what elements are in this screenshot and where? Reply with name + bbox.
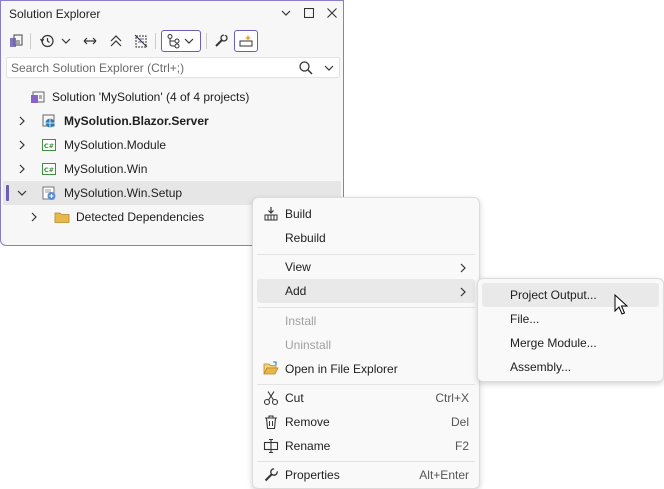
- project-label: MySolution.Module: [64, 138, 167, 152]
- window-title: Solution Explorer: [9, 7, 101, 21]
- toolbar: [1, 27, 343, 55]
- svg-text:C#: C#: [44, 166, 54, 174]
- menu-item-label: Remove: [285, 415, 330, 429]
- menu-separator: [257, 307, 475, 308]
- menu-item-uninstall: Uninstall: [257, 333, 475, 357]
- menu-item-view[interactable]: View: [257, 255, 475, 279]
- chevron-right-icon[interactable]: [16, 115, 28, 127]
- wrench-icon: [263, 467, 279, 483]
- scissors-icon: [263, 390, 279, 406]
- csharp-project-icon: C#: [41, 161, 57, 177]
- menu-item-shortcut: Alt+Enter: [419, 468, 469, 482]
- submenu-item-assembly[interactable]: Assembly...: [482, 355, 659, 379]
- search-box[interactable]: [6, 57, 340, 78]
- mouse-pointer-icon: [614, 293, 629, 316]
- csharp-project-icon: C#: [41, 137, 57, 153]
- menu-item-label: Rename: [285, 439, 331, 453]
- menu-separator: [257, 461, 475, 462]
- menu-item-remove[interactable]: Remove Del: [257, 410, 475, 434]
- chevron-right-icon[interactable]: [16, 139, 28, 151]
- search-icon[interactable]: [298, 60, 314, 79]
- solution-icon: [30, 89, 46, 105]
- menu-item-label: Uninstall: [285, 338, 332, 352]
- menu-item-cut[interactable]: Cut Ctrl+X: [257, 386, 475, 410]
- add-submenu: Project Output... File... Merge Module..…: [477, 278, 664, 382]
- rename-icon: [263, 438, 279, 454]
- folder-icon: [54, 209, 70, 225]
- menu-separator: [257, 384, 475, 385]
- trash-icon: [263, 414, 279, 430]
- chevron-down-icon[interactable]: [59, 30, 73, 52]
- view-filter-icon: [166, 33, 184, 49]
- menu-item-build[interactable]: Build: [257, 202, 475, 226]
- title-bar: Solution Explorer: [1, 1, 343, 27]
- submenu-item-merge-module[interactable]: Merge Module...: [482, 331, 659, 355]
- menu-item-label: Cut: [285, 391, 304, 405]
- menu-item-label: Install: [285, 314, 317, 328]
- collapse-all-icon[interactable]: [107, 30, 125, 52]
- sync-with-document-icon[interactable]: [81, 30, 99, 52]
- menu-item-open-in-file-explorer[interactable]: Open in File Explorer: [257, 357, 475, 381]
- menu-item-label: Open in File Explorer: [285, 362, 398, 376]
- menu-item-add[interactable]: Add: [257, 279, 475, 303]
- search-input[interactable]: [11, 60, 291, 75]
- menu-item-label: Add: [285, 284, 307, 298]
- submenu-item-label: Assembly...: [510, 360, 572, 374]
- submenu-item-file[interactable]: File...: [482, 307, 659, 331]
- chevron-down-icon[interactable]: [277, 5, 295, 23]
- toolbar-separator: [30, 33, 31, 49]
- svg-text:C#: C#: [44, 142, 54, 150]
- menu-item-label: Build: [285, 207, 312, 221]
- chevron-down-icon[interactable]: [16, 187, 28, 199]
- solution-label: Solution 'MySolution' (4 of 4 projects): [52, 90, 250, 104]
- toolbar-separator: [206, 33, 207, 49]
- toolbar-separator: [155, 33, 156, 49]
- project-label: MySolution.Win.Setup: [64, 186, 183, 200]
- menu-item-shortcut: F2: [454, 439, 469, 453]
- project-label: MySolution.Blazor.Server: [64, 114, 209, 128]
- show-all-files-icon[interactable]: [132, 30, 150, 52]
- submenu-item-label: File...: [510, 312, 540, 326]
- menu-item-rebuild[interactable]: Rebuild: [257, 226, 475, 250]
- menu-item-label: View: [285, 260, 311, 274]
- view-filter-button[interactable]: [161, 30, 201, 52]
- tree-row-project[interactable]: C# MySolution.Win: [3, 157, 341, 181]
- setup-project-icon: [41, 185, 57, 201]
- submenu-item-project-output[interactable]: Project Output...: [482, 283, 659, 307]
- tree-row-project[interactable]: MySolution.Blazor.Server: [3, 109, 341, 133]
- open-folder-icon: [263, 361, 279, 377]
- properties-wrench-icon[interactable]: [212, 30, 230, 52]
- tree-row-solution[interactable]: Solution 'MySolution' (4 of 4 projects): [3, 85, 341, 109]
- selection-indicator: [6, 185, 9, 201]
- menu-item-install: Install: [257, 309, 475, 333]
- preview-selected-icon[interactable]: [234, 30, 258, 52]
- maximize-icon[interactable]: [300, 5, 318, 23]
- project-label: MySolution.Win: [64, 162, 148, 176]
- menu-item-label: Properties: [285, 468, 340, 482]
- tree-row-project[interactable]: C# MySolution.Module: [3, 133, 341, 157]
- context-menu: Build Rebuild View Add Install Uninstall…: [252, 197, 480, 489]
- menu-item-shortcut: Ctrl+X: [435, 391, 469, 405]
- chevron-right-icon: [459, 286, 467, 300]
- switch-views-icon[interactable]: [7, 30, 25, 52]
- chevron-down-icon[interactable]: [324, 62, 334, 76]
- menu-item-properties[interactable]: Properties Alt+Enter: [257, 463, 475, 487]
- web-project-icon: [41, 113, 57, 129]
- chevron-right-icon[interactable]: [28, 211, 40, 223]
- menu-item-rename[interactable]: Rename F2: [257, 434, 475, 458]
- folder-label: Detected Dependencies: [76, 210, 205, 224]
- build-icon: [263, 206, 279, 222]
- chevron-down-icon: [184, 36, 196, 46]
- close-icon[interactable]: [323, 5, 341, 23]
- menu-item-shortcut: Del: [450, 415, 469, 429]
- submenu-item-label: Project Output...: [510, 288, 597, 302]
- menu-item-label: Rebuild: [285, 231, 326, 245]
- history-icon[interactable]: [38, 30, 56, 52]
- chevron-right-icon: [459, 262, 467, 276]
- submenu-item-label: Merge Module...: [510, 336, 597, 350]
- chevron-right-icon[interactable]: [16, 163, 28, 175]
